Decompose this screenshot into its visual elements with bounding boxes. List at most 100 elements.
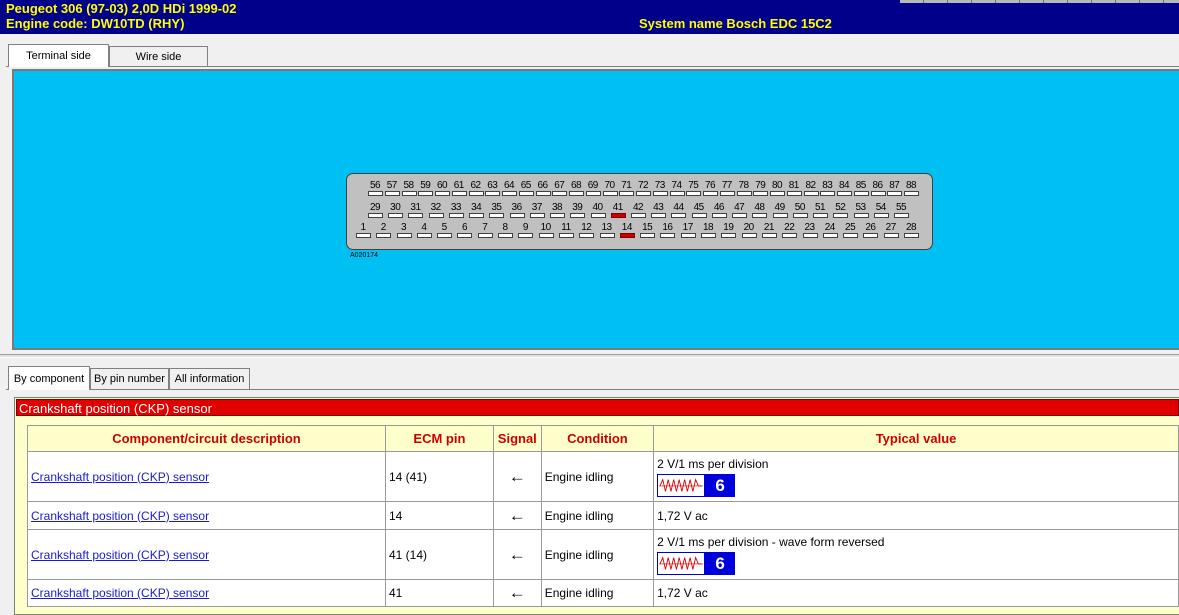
pin-51[interactable] bbox=[813, 213, 829, 218]
pin-39[interactable] bbox=[570, 213, 586, 218]
pin-33[interactable] bbox=[448, 213, 464, 218]
pin-84[interactable] bbox=[837, 191, 852, 196]
tab-terminal-side[interactable]: Terminal side bbox=[8, 44, 109, 67]
tab-wire-side[interactable]: Wire side bbox=[109, 46, 208, 66]
pin-43[interactable] bbox=[651, 213, 667, 218]
pin-15[interactable] bbox=[640, 233, 656, 238]
pin-54[interactable] bbox=[873, 213, 889, 218]
component-link[interactable]: Crankshaft position (CKP) sensor bbox=[31, 548, 209, 562]
pin-74[interactable] bbox=[669, 191, 685, 196]
pin-63[interactable] bbox=[485, 191, 501, 196]
pin-57[interactable] bbox=[384, 191, 400, 196]
pin-67[interactable] bbox=[552, 191, 568, 196]
pin-64[interactable] bbox=[502, 191, 517, 196]
tab-by-component[interactable]: By component bbox=[8, 366, 90, 390]
pin-1[interactable] bbox=[356, 233, 371, 238]
pin-2[interactable] bbox=[376, 233, 392, 238]
pin-10[interactable] bbox=[538, 233, 554, 238]
pin-41[interactable] bbox=[610, 213, 626, 218]
pin-80[interactable] bbox=[770, 191, 785, 196]
pin-30[interactable] bbox=[388, 213, 404, 218]
waveform-button[interactable]: 6 bbox=[657, 473, 1175, 497]
panel-splitter[interactable] bbox=[0, 354, 1179, 358]
pin-62[interactable] bbox=[468, 191, 484, 196]
pin-45[interactable] bbox=[691, 213, 707, 218]
pin-6[interactable] bbox=[457, 233, 473, 238]
tab-all-information[interactable]: All information bbox=[169, 368, 250, 389]
pin-17[interactable] bbox=[680, 233, 696, 238]
pin-8[interactable] bbox=[498, 233, 514, 238]
pin-46[interactable] bbox=[711, 213, 727, 218]
pin-26[interactable] bbox=[863, 233, 879, 238]
pin-66[interactable] bbox=[535, 191, 551, 196]
pin-56[interactable] bbox=[368, 191, 383, 196]
pin-75[interactable] bbox=[686, 191, 702, 196]
pin-38[interactable] bbox=[550, 213, 566, 218]
pin-48[interactable] bbox=[752, 213, 768, 218]
pin-34[interactable] bbox=[469, 213, 485, 218]
pin-29[interactable] bbox=[368, 213, 383, 218]
pin-22[interactable] bbox=[782, 233, 798, 238]
pin-53[interactable] bbox=[853, 213, 869, 218]
pin-76[interactable] bbox=[703, 191, 718, 196]
pin-12[interactable] bbox=[579, 233, 595, 238]
pin-19[interactable] bbox=[721, 233, 737, 238]
pin-25[interactable] bbox=[843, 233, 859, 238]
pin-9[interactable] bbox=[518, 233, 534, 238]
pin-73[interactable] bbox=[652, 191, 668, 196]
pin-7[interactable] bbox=[477, 233, 493, 238]
tab-by-pin-number[interactable]: By pin number bbox=[90, 368, 169, 389]
pin-18[interactable] bbox=[701, 233, 717, 238]
pin-70[interactable] bbox=[602, 191, 618, 196]
pin-50[interactable] bbox=[792, 213, 808, 218]
pin-69[interactable] bbox=[585, 191, 601, 196]
pin-32[interactable] bbox=[428, 213, 444, 218]
pin-13[interactable] bbox=[599, 233, 615, 238]
pin-44[interactable] bbox=[671, 213, 687, 218]
pin-24[interactable] bbox=[822, 233, 838, 238]
pin-55[interactable] bbox=[894, 213, 909, 218]
pin-4[interactable] bbox=[416, 233, 432, 238]
pin-47[interactable] bbox=[732, 213, 748, 218]
pin-40[interactable] bbox=[590, 213, 606, 218]
pin-79[interactable] bbox=[753, 191, 769, 196]
pin-81[interactable] bbox=[786, 191, 802, 196]
pin-14[interactable] bbox=[619, 233, 635, 238]
component-link[interactable]: Crankshaft position (CKP) sensor bbox=[31, 470, 209, 484]
pin-5[interactable] bbox=[437, 233, 453, 238]
pin-77[interactable] bbox=[719, 191, 735, 196]
component-link[interactable]: Crankshaft position (CKP) sensor bbox=[31, 586, 209, 600]
pin-71[interactable] bbox=[619, 191, 635, 196]
pin-85[interactable] bbox=[853, 191, 869, 196]
pin-42[interactable] bbox=[631, 213, 646, 218]
pin-23[interactable] bbox=[802, 233, 818, 238]
pin-59[interactable] bbox=[418, 191, 434, 196]
pin-82[interactable] bbox=[803, 191, 819, 196]
pin-87[interactable] bbox=[887, 191, 903, 196]
pin-49[interactable] bbox=[772, 213, 788, 218]
pin-31[interactable] bbox=[408, 213, 424, 218]
pin-37[interactable] bbox=[529, 213, 545, 218]
pin-61[interactable] bbox=[451, 191, 467, 196]
pin-60[interactable] bbox=[435, 191, 450, 196]
pin-65[interactable] bbox=[518, 191, 534, 196]
pin-16[interactable] bbox=[660, 233, 676, 238]
pin-20[interactable] bbox=[741, 233, 757, 238]
component-link[interactable]: Crankshaft position (CKP) sensor bbox=[31, 509, 209, 523]
pin-35[interactable] bbox=[489, 213, 505, 218]
pin-88[interactable] bbox=[904, 191, 919, 196]
pin-3[interactable] bbox=[396, 233, 412, 238]
pin-52[interactable] bbox=[833, 213, 849, 218]
pin-11[interactable] bbox=[558, 233, 574, 238]
pin-72[interactable] bbox=[636, 191, 651, 196]
pin-27[interactable] bbox=[883, 233, 899, 238]
pin-68[interactable] bbox=[569, 191, 584, 196]
pin-86[interactable] bbox=[870, 191, 886, 196]
pin-28[interactable] bbox=[904, 233, 919, 238]
pin-21[interactable] bbox=[761, 233, 777, 238]
pin-83[interactable] bbox=[820, 191, 836, 196]
pin-36[interactable] bbox=[509, 213, 525, 218]
pin-78[interactable] bbox=[736, 191, 752, 196]
pin-58[interactable] bbox=[401, 191, 417, 196]
waveform-button[interactable]: 6 bbox=[657, 551, 1175, 575]
